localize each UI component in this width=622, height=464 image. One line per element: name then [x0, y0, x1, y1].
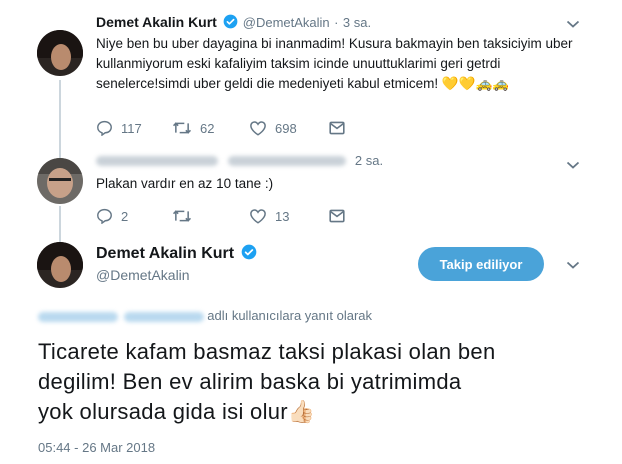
avatar[interactable]	[37, 30, 83, 76]
tweet-header: 2 sa.	[96, 152, 383, 170]
reply-button[interactable]: 117	[96, 119, 142, 137]
avatar[interactable]	[37, 158, 83, 204]
main-tweet-text-line: yok olursada gida isi olur👍🏻	[38, 399, 316, 424]
tweet-1[interactable]: Demet Akalin Kurt @DemetAkalin · 3 sa. N…	[0, 12, 622, 142]
verified-badge-icon	[241, 244, 256, 260]
verified-badge-icon	[223, 14, 238, 29]
tweet-text-line: kullanmiyorum eski kafaliyim taksim icin…	[96, 56, 501, 71]
chevron-down-icon[interactable]	[566, 19, 580, 29]
reply-count: 117	[121, 120, 142, 136]
blurred-mention[interactable]	[38, 311, 118, 322]
reply-icon	[97, 208, 112, 224]
dm-icon	[329, 209, 345, 223]
tweet-text: Plakan vardır en az 10 tane :)	[96, 176, 274, 191]
tweet-text-line: Niye ben bu uber dayagina bi inanmadim! …	[96, 36, 573, 51]
like-count: 13	[275, 208, 290, 224]
like-button[interactable]: 13	[249, 207, 289, 225]
author-name[interactable]: Demet Akalin Kurt	[96, 245, 234, 262]
following-button[interactable]: Takip ediliyor	[418, 247, 544, 281]
like-icon	[250, 209, 266, 224]
reply-to-line: adlı kullanıcılara yanıt olarak	[38, 308, 372, 323]
chevron-down-icon[interactable]	[566, 160, 580, 170]
dm-icon	[329, 121, 345, 135]
chevron-down-icon[interactable]	[566, 260, 580, 270]
retweet-button[interactable]: 62	[172, 119, 214, 137]
author-name[interactable]: Demet Akalin Kurt	[96, 14, 217, 30]
reply-count: 2	[121, 208, 129, 224]
separator-dot: ·	[334, 15, 339, 30]
avatar[interactable]	[37, 242, 83, 288]
tweet-text-line: senelerce!simdi uber geldi die medeniyet…	[96, 76, 510, 91]
tweet-2[interactable]: 2 sa. Plakan vardır en az 10 tane :) 2 1…	[0, 150, 622, 230]
main-tweet-author: Demet Akalin Kurt @DemetAkalin	[96, 244, 257, 283]
blurred-author-name	[96, 155, 218, 166]
blurred-author-handle	[228, 155, 347, 166]
dm-button[interactable]	[329, 119, 345, 137]
tweet-text: Niye ben bu uber dayagina bi inanmadim! …	[96, 34, 596, 94]
tweet-timestamp[interactable]: 05:44 - 26 Mar 2018	[38, 440, 155, 455]
like-count: 698	[275, 120, 297, 136]
tweet-actions: 2 13	[96, 207, 396, 225]
like-button[interactable]: 698	[249, 119, 297, 137]
tweet-actions: 117 62 698	[96, 119, 396, 137]
tweet-time[interactable]: 2 sa.	[355, 153, 383, 168]
like-icon	[250, 121, 266, 136]
retweet-icon	[172, 122, 192, 134]
retweet-icon	[172, 210, 192, 222]
main-tweet-text: Ticarete kafam basmaz taksi plakasi olan…	[38, 337, 598, 427]
tweet-header: Demet Akalin Kurt @DemetAkalin · 3 sa.	[96, 14, 371, 32]
retweet-button[interactable]	[172, 207, 200, 225]
main-tweet-text-line: Ticarete kafam basmaz taksi plakasi olan…	[38, 339, 496, 364]
author-handle[interactable]: @DemetAkalin	[243, 15, 330, 30]
dm-button[interactable]	[329, 207, 345, 225]
main-tweet-text-line: degilim! Ben ev alirim baska bi yatrimim…	[38, 369, 462, 394]
blurred-mention[interactable]	[123, 311, 204, 322]
tweet-time[interactable]: 3 sa.	[343, 15, 371, 30]
retweet-count: 62	[200, 120, 215, 136]
reply-button[interactable]: 2	[96, 207, 128, 225]
reply-to-text: adlı kullanıcılara yanıt olarak	[207, 308, 373, 323]
reply-icon	[97, 120, 112, 136]
author-handle[interactable]: @DemetAkalin	[96, 267, 257, 283]
